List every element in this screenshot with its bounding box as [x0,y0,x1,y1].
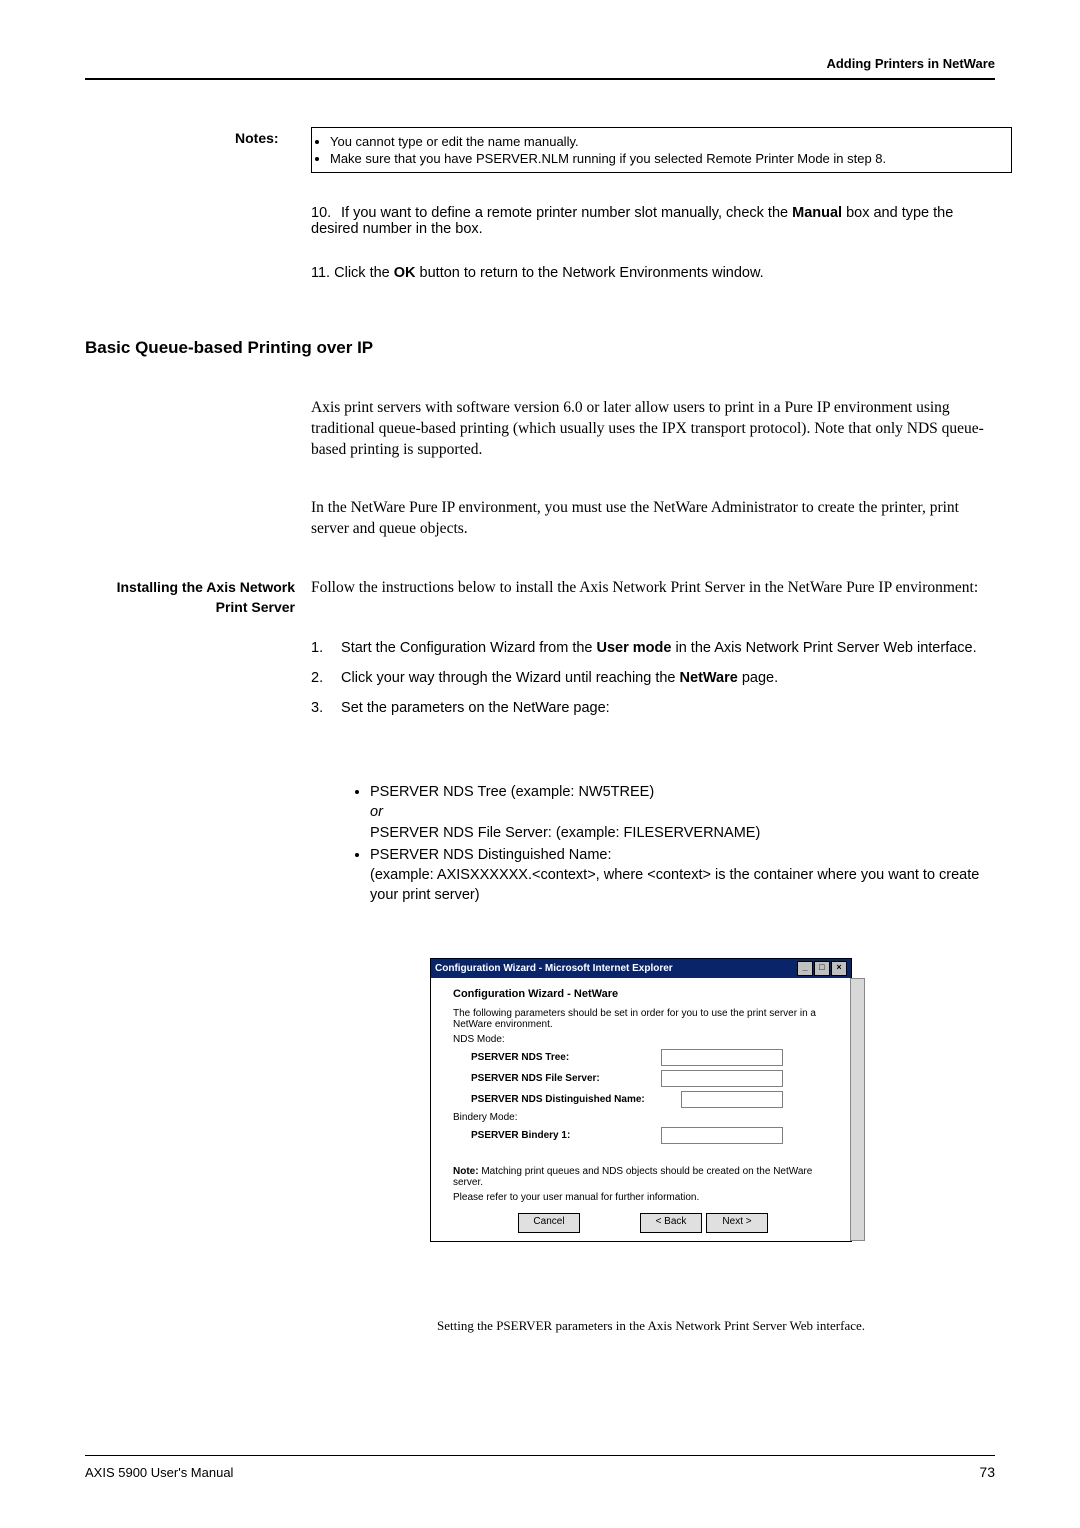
field-label: PSERVER NDS Tree: [471,1052,661,1063]
pserver-nds-tree-input[interactable] [661,1049,783,1066]
dialog-note2: Please refer to your user manual for fur… [453,1192,833,1203]
text-run: PSERVER NDS Distinguished Name: [370,847,612,863]
text-run: Click your way through the Wizard until … [341,670,680,686]
next-button[interactable]: Next > [706,1213,768,1233]
scrollbar[interactable] [850,978,865,1241]
item-number: 1. [311,640,337,656]
item-text: Start the Configuration Wizard from the … [341,640,981,656]
step-text: button to return to the Network Environm… [416,265,764,281]
sub-bullets: PSERVER NDS Tree (example: NW5TREE) or P… [352,782,992,908]
body-paragraph: In the NetWare Pure IP environment, you … [311,498,991,540]
body-paragraph: Axis print servers with software version… [311,398,991,461]
field-label: PSERVER NDS Distinguished Name: [471,1094,681,1105]
ordered-list: 1. Start the Configuration Wizard from t… [311,640,991,730]
step-10: 10. If you want to define a remote print… [311,205,991,237]
text-run: in the Axis Network Print Server Web int… [671,640,976,656]
group-label: Bindery Mode: [453,1112,833,1123]
footer-rule [85,1455,995,1456]
bullet-item: PSERVER NDS Tree (example: NW5TREE) or P… [370,782,992,843]
note-bold: Note: [453,1166,479,1177]
field-label: PSERVER Bindery 1: [471,1130,661,1141]
notes-box: You cannot type or edit the name manuall… [311,127,1012,173]
dialog-note: Note: Matching print queues and NDS obje… [453,1166,833,1188]
text-bold: NetWare [680,670,738,686]
text-italic: or [370,804,383,820]
footer-left: AXIS 5900 User's Manual [85,1465,233,1480]
config-wizard-dialog: Configuration Wizard - Microsoft Interne… [430,958,852,1242]
item-number: 2. [311,670,337,686]
note-item: You cannot type or edit the name manuall… [330,134,1005,149]
item-number: 3. [311,700,337,716]
cancel-button[interactable]: Cancel [518,1213,580,1233]
titlebar: Configuration Wizard - Microsoft Interne… [431,959,851,978]
notes-label: Notes: [235,130,279,146]
note-item: Make sure that you have PSERVER.NLM runn… [330,151,1005,166]
text-run: (example: AXISXXXXXX.<context>, where <c… [370,867,979,903]
step-bold: OK [394,265,416,281]
item-text: Click your way through the Wizard until … [341,670,981,686]
running-header: Adding Printers in NetWare [826,56,995,71]
step-11: 11. Click the OK button to return to the… [311,265,991,281]
form-row: PSERVER NDS Distinguished Name: [471,1091,833,1108]
section-heading: Basic Queue-based Printing over IP [85,338,373,358]
text-run: PSERVER NDS Tree (example: NW5TREE) [370,784,654,800]
pserver-nds-dn-input[interactable] [681,1091,783,1108]
form-row: PSERVER NDS Tree: [471,1049,833,1066]
pserver-bindery1-input[interactable] [661,1127,783,1144]
text-run: PSERVER NDS File Server: (example: FILES… [370,825,760,841]
item-text: Set the parameters on the NetWare page: [341,700,981,716]
figure-caption: Setting the PSERVER parameters in the Ax… [311,1318,991,1334]
step-number: 11. [311,265,330,281]
header-rule [85,78,995,80]
dialog-desc: The following parameters should be set i… [453,1008,833,1030]
maximize-button[interactable]: □ [814,961,830,976]
close-button[interactable]: × [831,961,847,976]
body-paragraph: Follow the instructions below to install… [311,578,991,599]
pserver-nds-fileserver-input[interactable] [661,1070,783,1087]
step-text: Click the [334,265,394,281]
back-button[interactable]: < Back [640,1213,702,1233]
note-text: Matching print queues and NDS objects sh… [453,1166,812,1188]
window-title: Configuration Wizard - Microsoft Interne… [435,963,673,974]
button-row: Cancel < Back Next > [453,1213,833,1233]
field-label: PSERVER NDS File Server: [471,1073,661,1084]
list-item: 2. Click your way through the Wizard unt… [311,670,991,686]
text-bold: User mode [597,640,672,656]
group-label: NDS Mode: [453,1034,833,1045]
text-run: Start the Configuration Wizard from the [341,640,596,656]
step-number: 10. [311,205,337,221]
page-number: 73 [979,1464,995,1480]
step-text: If you want to define a remote printer n… [341,205,792,221]
form-row: PSERVER NDS File Server: [471,1070,833,1087]
bullet-item: PSERVER NDS Distinguished Name: (example… [370,845,992,906]
form-row: PSERVER Bindery 1: [471,1127,833,1144]
minimize-button[interactable]: _ [797,961,813,976]
list-item: 3. Set the parameters on the NetWare pag… [311,700,991,716]
dialog-body: Configuration Wizard - NetWare The follo… [431,978,851,1241]
margin-heading: Installing the Axis Network Print Server [85,578,295,617]
text-run: page. [738,670,778,686]
list-item: 1. Start the Configuration Wizard from t… [311,640,991,656]
dialog-heading: Configuration Wizard - NetWare [453,988,833,1000]
step-bold: Manual [792,205,842,221]
